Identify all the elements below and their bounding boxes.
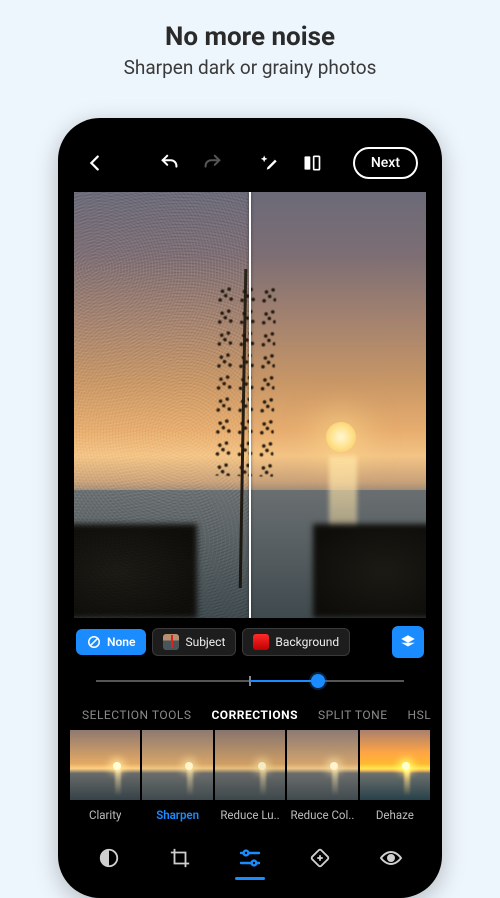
- auto-enhance-button[interactable]: [253, 146, 287, 180]
- correction-thumbs: Clarity Sharpen Reduce Lu.. Reduce Col..…: [68, 730, 432, 828]
- back-button[interactable]: [78, 146, 112, 180]
- tab-corrections[interactable]: CORRECTIONS: [211, 708, 298, 722]
- thumb-img: [215, 730, 285, 800]
- before-noise-overlay: [74, 192, 250, 618]
- adjust-slider[interactable]: [96, 672, 404, 690]
- mask-row: None Subject Background: [68, 618, 432, 662]
- mask-background-pill[interactable]: Background: [242, 628, 350, 656]
- promo-subtitle: Sharpen dark or grainy photos: [0, 52, 500, 79]
- subject-swatch-icon: [163, 634, 179, 650]
- layers-button[interactable]: [392, 626, 424, 658]
- promo-title: No more noise: [0, 0, 500, 52]
- compare-divider[interactable]: [249, 192, 251, 618]
- sun: [326, 422, 356, 452]
- thumb-sharpen[interactable]: Sharpen: [142, 730, 212, 828]
- thumb-dehaze[interactable]: Dehaze: [360, 730, 430, 828]
- nav-looks-button[interactable]: [89, 840, 129, 876]
- background-swatch-icon: [253, 634, 269, 650]
- thumb-reduce-luminance[interactable]: Reduce Lu..: [215, 730, 285, 828]
- category-tabs: SELECTION TOOLS CORRECTIONS SPLIT TONE H…: [68, 696, 432, 730]
- undo-button[interactable]: [153, 146, 187, 180]
- thumb-img: [360, 730, 430, 800]
- phone-frame: Next None Subject B: [58, 118, 442, 898]
- app-screen: Next None Subject B: [68, 128, 432, 888]
- next-button[interactable]: Next: [353, 147, 418, 179]
- thumb-label: Sharpen: [156, 800, 199, 828]
- thumb-label: Reduce Lu..: [220, 800, 279, 828]
- thumb-img: [70, 730, 140, 800]
- nav-heal-button[interactable]: [300, 840, 340, 876]
- thumb-clarity[interactable]: Clarity: [70, 730, 140, 828]
- thumb-img: [142, 730, 212, 800]
- nav-redeye-button[interactable]: [371, 840, 411, 876]
- mask-none-pill[interactable]: None: [76, 629, 146, 655]
- mask-none-label: None: [107, 635, 135, 649]
- redo-button[interactable]: [195, 146, 229, 180]
- mask-subject-label: Subject: [185, 635, 225, 649]
- tab-hsl[interactable]: HSL: [408, 708, 432, 722]
- tab-selection-tools[interactable]: SELECTION TOOLS: [82, 708, 191, 722]
- photo-preview[interactable]: [74, 192, 426, 618]
- slider-thumb[interactable]: [311, 674, 325, 688]
- nav-adjust-button[interactable]: [230, 840, 270, 876]
- mask-background-label: Background: [275, 635, 339, 649]
- mask-subject-pill[interactable]: Subject: [152, 628, 236, 656]
- adjust-slider-row: [68, 662, 432, 696]
- bottom-nav: [68, 828, 432, 888]
- slider-fill: [250, 680, 318, 682]
- phone-notch: [210, 128, 290, 146]
- thumb-label: Reduce Col..: [290, 800, 354, 828]
- thumb-reduce-color[interactable]: Reduce Col..: [287, 730, 357, 828]
- tab-split-tone[interactable]: SPLIT TONE: [318, 708, 388, 722]
- thumb-img: [287, 730, 357, 800]
- compare-button[interactable]: [295, 146, 329, 180]
- foreground-bush-right: [313, 524, 426, 618]
- nav-crop-button[interactable]: [160, 840, 200, 876]
- thumb-label: Clarity: [89, 800, 121, 828]
- thumb-label: Dehaze: [376, 800, 414, 828]
